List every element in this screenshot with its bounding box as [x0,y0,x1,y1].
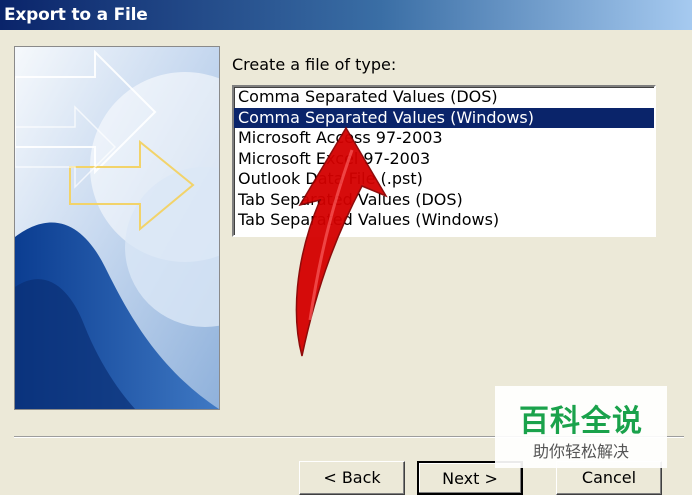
window-title: Export to a File [4,5,148,25]
file-type-prompt: Create a file of type: [232,55,397,74]
back-button[interactable]: < Back [299,461,405,495]
watermark: 百科全说 助你轻松解决 [495,386,667,468]
wizard-arrows-illustration [15,47,219,409]
list-item-excel[interactable]: Microsoft Excel 97-2003 [234,149,654,170]
watermark-subtitle: 助你轻松解决 [532,442,629,461]
title-bar: Export to a File [0,0,692,30]
list-item-csv-dos[interactable]: Comma Separated Values (DOS) [234,87,654,108]
list-item-pst[interactable]: Outlook Data File (.pst) [234,169,654,190]
list-item-tsv-windows[interactable]: Tab Separated Values (Windows) [234,210,654,231]
list-item-access[interactable]: Microsoft Access 97-2003 [234,128,654,149]
watermark-title: 百科全说 [519,404,643,439]
wizard-graphic [14,46,220,410]
list-item-csv-windows[interactable]: Comma Separated Values (Windows) [234,107,654,128]
list-item-tsv-dos[interactable]: Tab Separated Values (DOS) [234,190,654,211]
file-type-listbox[interactable]: Comma Separated Values (DOS) Comma Separ… [232,85,656,237]
